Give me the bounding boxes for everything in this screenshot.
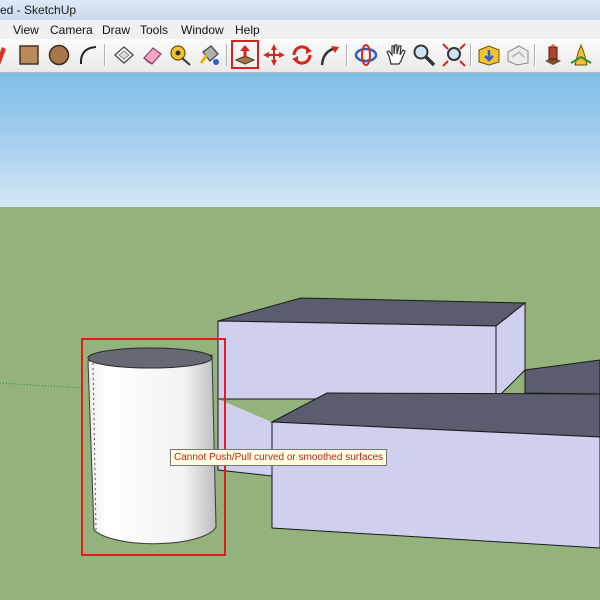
lower-block-front [271,421,600,549]
upper-block-front [217,320,497,400]
lower-block-back-top [524,359,600,395]
tooltip: Cannot Push/Pull curved or smoothed surf… [170,449,387,466]
green-axis [0,382,83,389]
cylinder-highlight [81,338,226,556]
